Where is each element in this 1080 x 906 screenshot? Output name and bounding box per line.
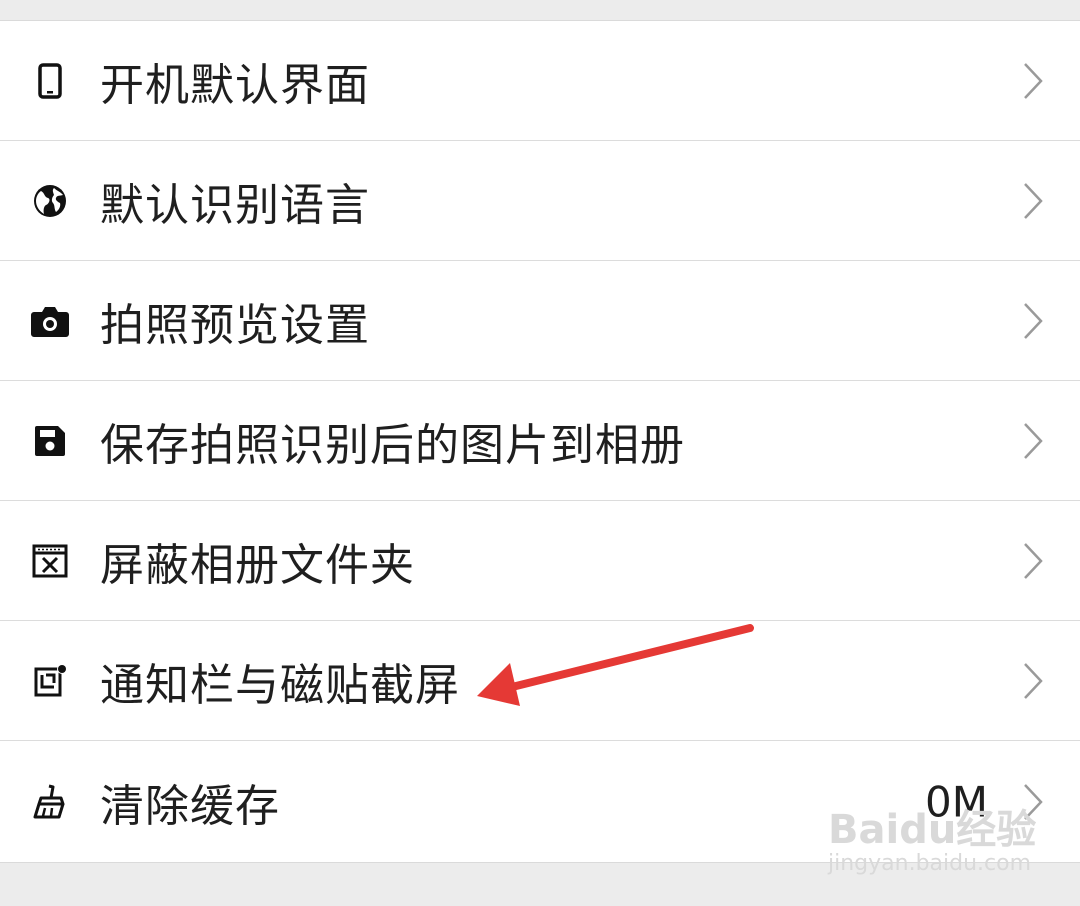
chevron-right-icon	[1024, 302, 1043, 339]
setting-row-notification-tile-screenshot[interactable]: 通知栏与磁贴截屏	[0, 621, 1080, 741]
screenshot-icon	[30, 661, 70, 701]
broom-icon	[30, 782, 70, 822]
chevron-right-icon	[1024, 182, 1043, 219]
chevron-right-icon	[1024, 783, 1043, 820]
setting-row-block-album-folders[interactable]: 屏蔽相册文件夹	[0, 501, 1080, 621]
setting-row-clear-cache[interactable]: 清除缓存 0M	[0, 741, 1080, 862]
chevron-right-icon	[1024, 542, 1043, 579]
setting-label: 拍照预览设置	[100, 299, 370, 351]
setting-row-default-recognition-language[interactable]: 默认识别语言	[0, 141, 1080, 261]
setting-label: 通知栏与磁贴截屏	[100, 659, 460, 711]
setting-label: 保存拍照识别后的图片到相册	[100, 419, 685, 471]
save-icon	[30, 421, 70, 461]
setting-row-photo-preview-settings[interactable]: 拍照预览设置	[0, 261, 1080, 381]
setting-label: 默认识别语言	[100, 179, 370, 231]
hide-folder-icon	[30, 541, 70, 581]
camera-icon	[30, 301, 70, 341]
settings-list: 开机默认界面 默认识别语言 拍照预览设置 保存拍照识别后的图片到相册 屏蔽相册文…	[0, 20, 1080, 863]
setting-label: 屏蔽相册文件夹	[100, 539, 415, 591]
chevron-right-icon	[1024, 422, 1043, 459]
setting-row-default-startup-screen[interactable]: 开机默认界面	[0, 21, 1080, 141]
phone-icon	[30, 61, 70, 101]
cache-size-value: 0M	[925, 777, 988, 826]
chevron-right-icon	[1024, 662, 1043, 699]
setting-label: 开机默认界面	[100, 59, 370, 111]
globe-icon	[30, 181, 70, 221]
setting-label: 清除缓存	[100, 780, 280, 832]
chevron-right-icon	[1024, 62, 1043, 99]
setting-row-save-photo-to-album[interactable]: 保存拍照识别后的图片到相册	[0, 381, 1080, 501]
